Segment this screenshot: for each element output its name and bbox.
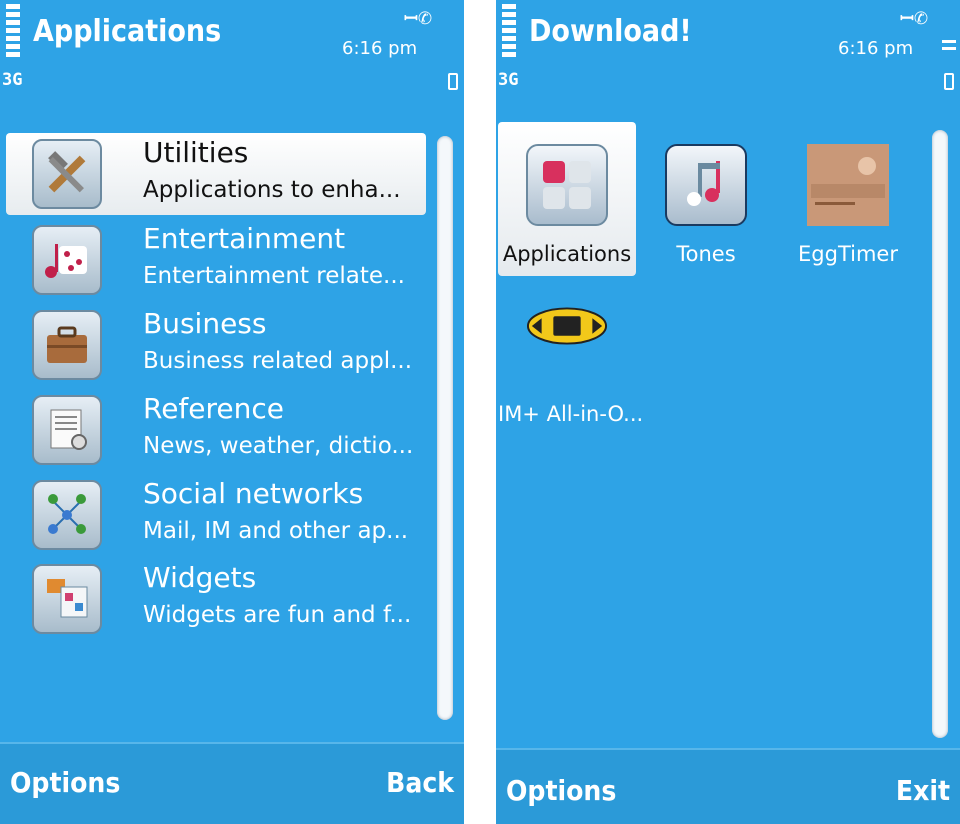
music-note-icon [665, 144, 747, 226]
list-item-subtitle: Entertainment relate... [143, 263, 405, 289]
list-item-reference[interactable]: Reference News, weather, dictio... [6, 389, 426, 471]
list-item-title: Business [143, 307, 267, 340]
softkey-bar: Options Back [0, 742, 464, 824]
list-item-title: Entertainment [143, 222, 346, 255]
im-plus-logo-icon [526, 296, 608, 356]
list-item-utilities[interactable]: Utilities Applications to enha... [6, 133, 426, 215]
list-item-title: Reference [143, 392, 284, 425]
signal-strength-icon [6, 4, 20, 60]
people-network-icon [32, 480, 102, 550]
list-item-subtitle: Business related appl... [143, 348, 413, 374]
list-item-subtitle: Mail, IM and other ap... [143, 518, 409, 544]
network-type: 3G [498, 70, 519, 90]
eggtimer-logo-icon [807, 144, 889, 226]
list-item-social-networks[interactable]: Social networks Mail, IM and other ap... [6, 474, 426, 556]
battery-level-icon [942, 40, 956, 54]
grid-item-label: Applications [502, 242, 632, 266]
music-dice-icon [32, 225, 102, 295]
list-item-title: Widgets [143, 561, 257, 594]
document-gear-icon [32, 395, 102, 465]
options-button[interactable]: Options [506, 774, 616, 807]
back-button[interactable]: Back [386, 766, 454, 799]
list-item-entertainment[interactable]: Entertainment Entertainment relate... [6, 219, 426, 301]
options-button[interactable]: Options [10, 766, 120, 799]
grid-item-eggtimer[interactable]: EggTimer [779, 122, 917, 276]
widgets-icon [32, 564, 102, 634]
grid-item-label: Tones [676, 242, 736, 266]
battery-icon [944, 73, 954, 90]
network-type: 3G [2, 70, 23, 90]
clock: 6:16 pm [838, 38, 914, 59]
grid-item-label: IM+ All-in-O... [498, 402, 644, 426]
list-item-subtitle: News, weather, dictio... [143, 433, 414, 459]
page-title: Download! [529, 14, 692, 49]
clock: 6:16 pm [342, 38, 418, 59]
grid-item-im-plus[interactable]: IM+ All-in-O... [498, 276, 644, 430]
list-item-title: Utilities [143, 136, 249, 169]
signal-strength-icon [502, 4, 516, 60]
exit-button[interactable]: Exit [896, 774, 950, 807]
applications-grid-icon [526, 144, 608, 226]
grid-item-label: EggTimer [798, 242, 898, 266]
antenna-icon: ꟷ✆ [900, 9, 929, 29]
download-screen: Download! ꟷ✆ 6:16 pm 3G Applications Ton… [496, 0, 960, 824]
grid-item-applications[interactable]: Applications [498, 122, 636, 276]
softkey-bar: Options Exit [496, 748, 960, 824]
list-item-widgets[interactable]: Widgets Widgets are fun and f... [6, 558, 426, 640]
applications-screen: Applications ꟷ✆ 6:16 pm 3G Utilities App… [0, 0, 464, 824]
antenna-icon: ꟷ✆ [404, 9, 433, 29]
scrollbar[interactable] [437, 136, 453, 720]
list-item-business[interactable]: Business Business related appl... [6, 304, 426, 386]
grid-item-tones[interactable]: Tones [637, 122, 775, 276]
scrollbar[interactable] [932, 130, 948, 738]
tools-icon [32, 139, 102, 209]
list-item-subtitle: Applications to enha... [143, 177, 401, 203]
list-item-title: Social networks [143, 477, 364, 510]
list-item-subtitle: Widgets are fun and f... [143, 602, 412, 628]
battery-icon [448, 73, 458, 90]
page-title: Applications [33, 14, 222, 49]
briefcase-icon [32, 310, 102, 380]
